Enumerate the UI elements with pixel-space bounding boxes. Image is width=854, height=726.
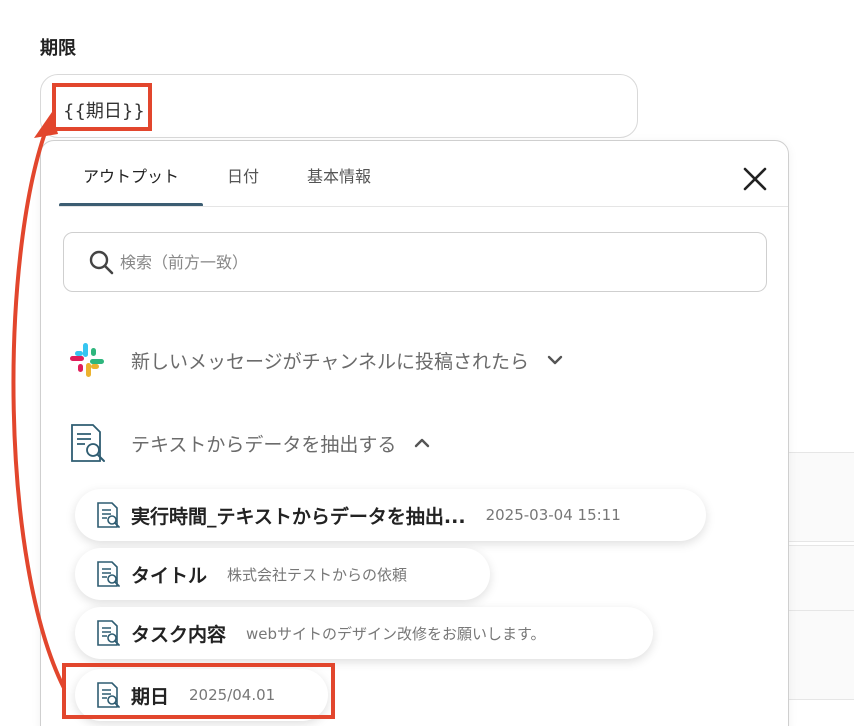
tab-output[interactable]: アウトプット — [59, 159, 204, 207]
background-card — [788, 610, 854, 700]
chevron-down-icon — [547, 355, 563, 365]
chevron-up-icon — [415, 438, 430, 448]
tab-date[interactable]: 日付 — [203, 159, 283, 207]
item-label: タスク内容 — [131, 623, 227, 646]
search-icon — [89, 250, 114, 275]
search-box — [63, 232, 767, 292]
close-icon — [743, 167, 767, 191]
item-label: タイトル — [131, 564, 208, 587]
section-slack-trigger[interactable]: 新しいメッセージがチャンネルに投稿されたら — [67, 340, 565, 380]
highlight-box-item — [62, 663, 335, 719]
highlight-box-field — [52, 83, 152, 131]
slack-icon — [70, 343, 104, 377]
tabs-divider — [59, 206, 788, 207]
section-title: 新しいメッセージがチャンネルに投稿されたら — [131, 350, 530, 373]
variable-picker-popover: アウトプット 日付 基本情報 新しいメッセージがチャンネルに投稿されたら — [40, 140, 789, 726]
section-title: テキストからデータを抽出する — [131, 433, 397, 456]
output-item-task-content[interactable]: タスク内容 webサイトのデザイン改修をお願いします。 — [75, 607, 653, 659]
document-search-icon — [97, 502, 120, 528]
search-input[interactable] — [120, 243, 720, 281]
item-value: webサイトのデザイン改修をお願いします。 — [246, 624, 546, 643]
tab-bar: アウトプット 日付 基本情報 — [59, 159, 395, 207]
item-value: 2025-03-04 15:11 — [485, 506, 621, 524]
output-item-title[interactable]: タイトル 株式会社テストからの依頼 — [75, 548, 490, 600]
tab-basic-info[interactable]: 基本情報 — [283, 159, 395, 207]
document-search-icon — [71, 424, 105, 462]
item-label: 実行時間_テキストからデータを抽出... — [131, 505, 466, 528]
item-value: 株式会社テストからの依頼 — [227, 565, 408, 584]
background-card — [788, 452, 854, 542]
section-extract-data[interactable]: テキストからデータを抽出する — [67, 423, 432, 463]
document-search-icon — [97, 620, 120, 646]
document-search-icon — [97, 561, 120, 587]
field-label: 期限 — [40, 38, 76, 59]
close-button[interactable] — [741, 165, 769, 193]
output-item-execution-time[interactable]: 実行時間_テキストからデータを抽出... 2025-03-04 15:11 — [75, 489, 706, 541]
